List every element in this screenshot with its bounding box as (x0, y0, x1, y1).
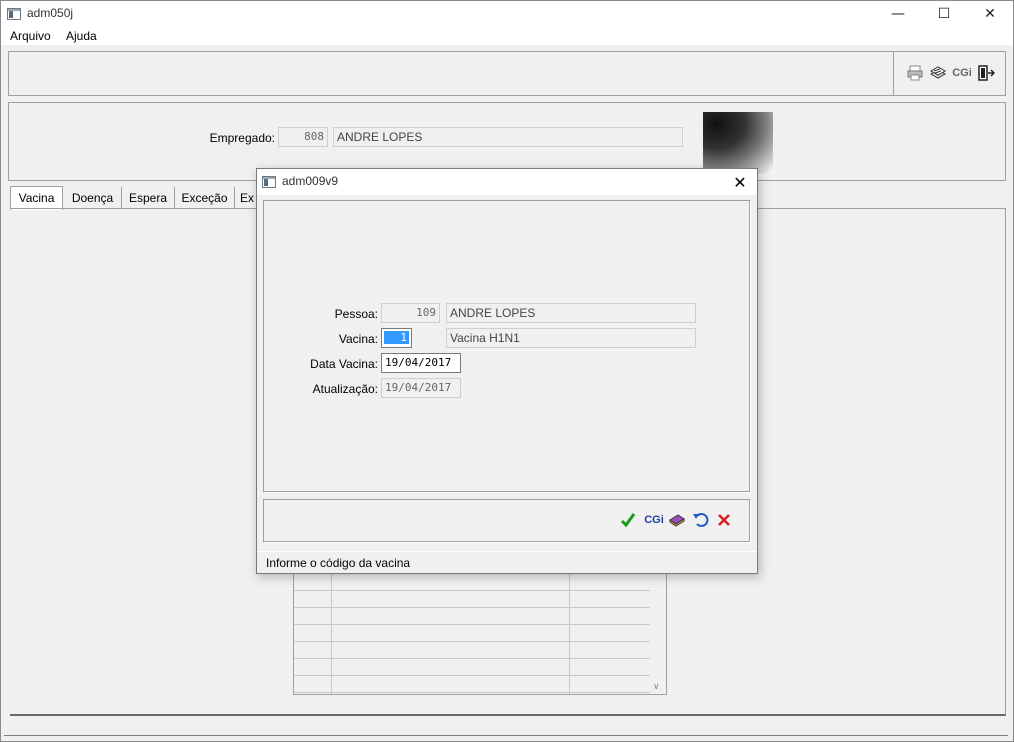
app-icon (7, 8, 21, 20)
menu-ajuda[interactable]: Ajuda (66, 29, 97, 43)
tab-espera[interactable]: Espera (122, 187, 175, 209)
tab-excecao[interactable]: Exceção (175, 187, 235, 209)
toolbar-divider (893, 52, 894, 95)
grid-scrollbar[interactable]: ∨ (650, 574, 666, 694)
table-row[interactable] (294, 659, 651, 676)
dialog-title-bar[interactable]: adm009v9 ✕ (257, 169, 757, 195)
title-bar[interactable]: adm050j — ☐ ✕ (1, 1, 1013, 27)
close-button[interactable]: ✕ (967, 1, 1013, 27)
grid-column-divider (331, 574, 332, 694)
dialog-close-button[interactable]: ✕ (727, 169, 753, 195)
employee-code-field: 808 (278, 127, 328, 147)
pessoa-code-field: 109 (381, 303, 440, 323)
cgi-icon[interactable]: CGi (952, 64, 972, 82)
atualizacao-field: 19/04/2017 (381, 378, 461, 398)
dialog-app-icon (262, 176, 276, 188)
vaccine-grid[interactable]: ∨ (293, 573, 667, 695)
pessoa-name-field: ANDRE LOPES (446, 303, 696, 323)
vacina-label: Vacina: (338, 332, 378, 346)
window-title: adm050j (27, 6, 74, 20)
tab-vacina[interactable]: Vacina (10, 186, 63, 210)
dialog-title: adm009v9 (282, 174, 339, 188)
tab-doenca[interactable]: Doença (64, 187, 122, 209)
table-row[interactable] (294, 591, 651, 608)
status-divider (4, 735, 1008, 736)
table-row[interactable] (294, 676, 651, 693)
table-row[interactable] (294, 574, 651, 591)
printer-icon[interactable] (907, 64, 923, 82)
dialog-status-divider (257, 551, 757, 552)
pessoa-label: Pessoa: (334, 307, 378, 321)
book-icon[interactable] (668, 512, 686, 528)
exit-door-icon[interactable] (977, 64, 995, 82)
employee-photo (703, 112, 773, 174)
dialog-button-panel: CGi (263, 499, 751, 543)
maximize-button[interactable]: ☐ (921, 1, 967, 27)
atualizacao-label: Atualização: (312, 382, 378, 396)
grid-column-divider (569, 574, 570, 694)
vaccine-dialog: adm009v9 ✕ Pessoa: 109 ANDRE LOPES Vacin… (256, 168, 758, 574)
menu-arquivo[interactable]: Arquivo (10, 29, 51, 43)
employee-name-field: ANDRE LOPES (333, 127, 683, 147)
minimize-button[interactable]: — (875, 1, 921, 27)
cancel-x-icon[interactable] (716, 512, 732, 528)
table-row[interactable] (294, 625, 651, 642)
confirm-check-icon[interactable] (620, 512, 636, 528)
scroll-down-icon[interactable]: ∨ (653, 682, 660, 692)
print-preview-icon[interactable] (929, 64, 947, 82)
vacina-name-field: Vacina H1N1 (446, 328, 696, 348)
toolbar: CGi (8, 51, 1006, 96)
vacina-code-selection: 1 (384, 331, 409, 344)
vacina-code-input[interactable]: 1 (381, 328, 412, 348)
undo-icon[interactable] (692, 512, 710, 528)
employee-label: Empregado: (209, 131, 275, 145)
data-vacina-label: Data Vacina: (310, 357, 378, 371)
table-row[interactable] (294, 642, 651, 659)
menu-bar: Arquivo Ajuda (1, 27, 1013, 45)
table-row[interactable] (294, 608, 651, 625)
cgi-icon[interactable]: CGi (643, 512, 665, 528)
dialog-status-text: Informe o código da vacina (266, 556, 411, 570)
dialog-form-panel: Pessoa: 109 ANDRE LOPES Vacina: 1 Vacina… (263, 200, 751, 493)
data-vacina-input[interactable]: 19/04/2017 (381, 353, 461, 373)
